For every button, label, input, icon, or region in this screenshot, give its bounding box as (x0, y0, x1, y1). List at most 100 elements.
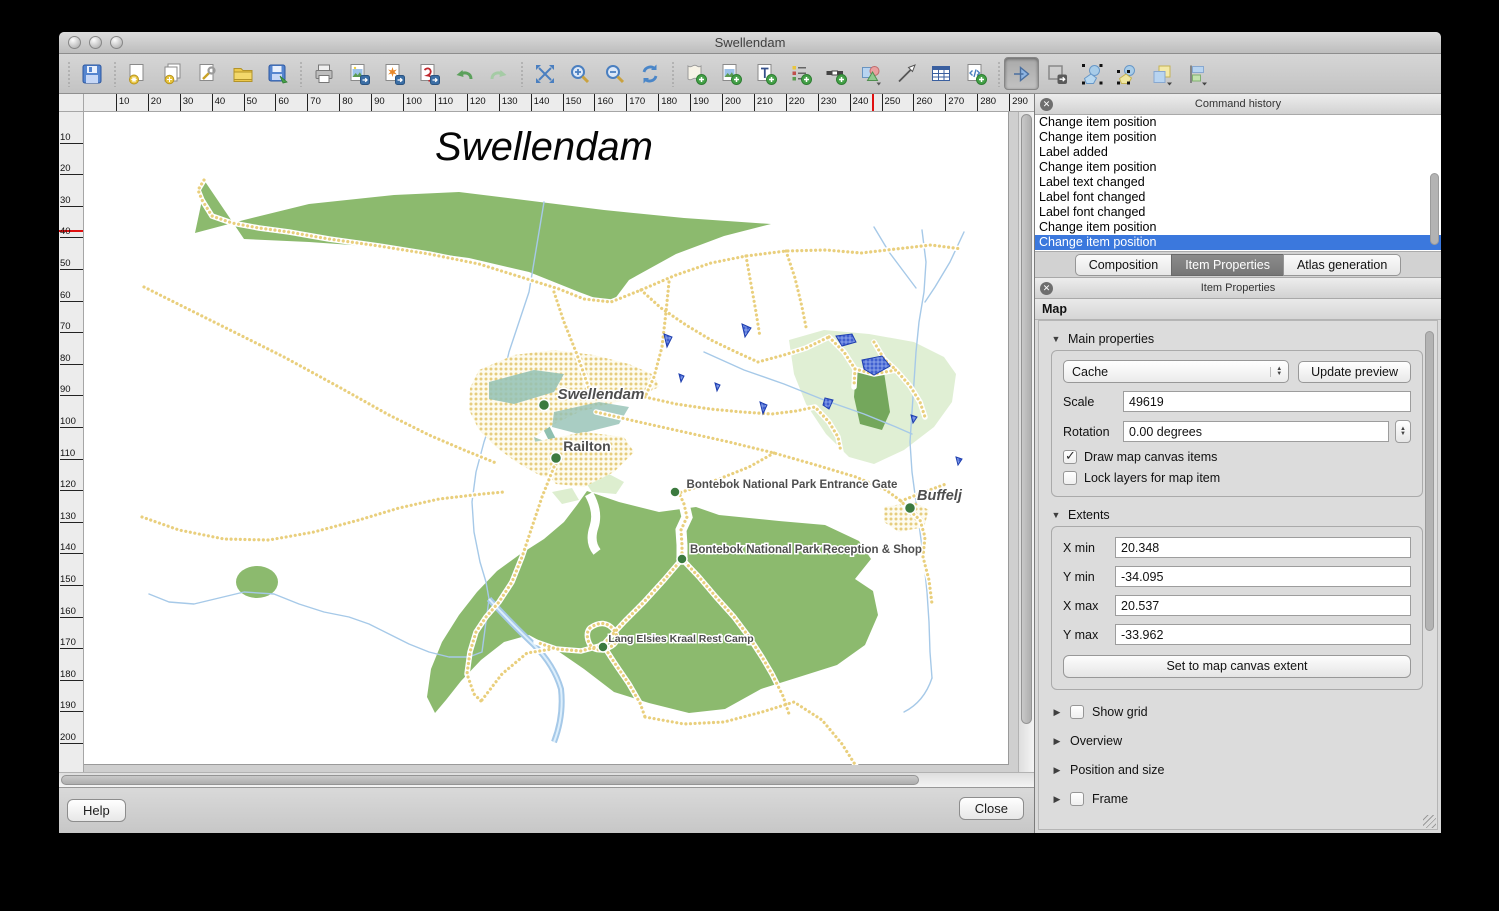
main-properties-header[interactable]: ▼ Main properties (1051, 332, 1437, 346)
tab-composition[interactable]: Composition (1075, 254, 1172, 276)
command-history-item[interactable]: Label text changed (1035, 175, 1441, 190)
section-show-grid[interactable]: ▶Show grid (1052, 705, 1437, 719)
command-history-item[interactable]: Change item position (1035, 115, 1441, 130)
save-template-icon (266, 62, 290, 86)
composer-window: Swellendam 10203040506070809010011012013… (59, 32, 1441, 833)
ruler-top-tick: 210 (754, 94, 773, 111)
collapsed-triangle-icon[interactable]: ▶ (1052, 707, 1062, 718)
ruler-left: 1020304050607080901001101201301401501601… (59, 112, 84, 772)
canvas-vertical-scrollbar-thumb[interactable] (1021, 114, 1032, 724)
composer-manager-button[interactable] (190, 57, 225, 90)
tab-item-properties[interactable]: Item Properties (1171, 254, 1284, 276)
extents-header[interactable]: ▼ Extents (1051, 508, 1437, 522)
section-frame[interactable]: ▶Frame (1052, 792, 1437, 806)
refresh-view-button[interactable] (632, 57, 667, 90)
align-items-button[interactable] (1179, 57, 1214, 90)
unchecked-checkbox[interactable] (1070, 792, 1084, 806)
ruler-left-tick: 90 (60, 385, 83, 396)
composition-title-label[interactable]: Swellendam (435, 125, 653, 169)
titlebar[interactable]: Swellendam (59, 32, 1441, 54)
collapsed-triangle-icon[interactable]: ▶ (1052, 765, 1062, 776)
extent-x-max-input[interactable]: 20.537 (1115, 595, 1411, 616)
redo-button[interactable] (481, 57, 516, 90)
add-map-button[interactable] (678, 57, 713, 90)
help-button[interactable]: Help (67, 799, 126, 822)
add-shape-button[interactable] (853, 57, 888, 90)
rotation-input[interactable]: 0.00 degrees (1123, 421, 1389, 442)
undo-button[interactable] (446, 57, 481, 90)
canvas-horizontal-scrollbar[interactable] (59, 772, 1034, 787)
zoom-in-button[interactable] (562, 57, 597, 90)
command-history-item[interactable]: Change item position (1035, 130, 1441, 145)
command-history-item[interactable]: Change item position (1035, 160, 1441, 175)
composition-canvas-area[interactable]: Swellendam Railton Bontebok National Par… (84, 112, 1018, 772)
extent-y-max-input[interactable]: -33.962 (1115, 624, 1411, 645)
checked-checkbox[interactable] (1063, 450, 1077, 464)
ungroup-items-button[interactable] (1109, 57, 1144, 90)
command-history-item[interactable]: Change item position (1035, 220, 1441, 235)
save-project-button[interactable] (74, 57, 109, 90)
canvas-horizontal-scrollbar-thumb[interactable] (61, 775, 919, 785)
extents-label: Extents (1068, 508, 1110, 522)
section-overview[interactable]: ▶Overview (1052, 734, 1437, 748)
command-history-item[interactable]: Change item position (1035, 235, 1441, 250)
canvas-vertical-scrollbar[interactable] (1018, 112, 1034, 772)
save-project-icon (80, 62, 104, 86)
preview-mode-combobox[interactable]: Cache ▲▼ (1063, 360, 1289, 383)
resize-grip[interactable] (1423, 815, 1436, 828)
export-image-button[interactable] (341, 57, 376, 90)
add-image-icon (719, 62, 743, 86)
save-template-button[interactable] (260, 57, 295, 90)
close-window-icon[interactable] (68, 36, 81, 49)
command-history-scrollbar-thumb[interactable] (1430, 173, 1439, 245)
move-item-content-button[interactable] (1039, 57, 1074, 90)
map-item[interactable]: Swellendam Railton Bontebok National Par… (84, 112, 1009, 765)
add-legend-button[interactable] (783, 57, 818, 90)
command-history-item[interactable]: Label font changed (1035, 190, 1441, 205)
new-composition-button[interactable] (120, 57, 155, 90)
extent-x-min-input[interactable]: 20.348 (1115, 537, 1411, 558)
rotation-spinner[interactable]: ▲▼ (1395, 420, 1411, 443)
load-template-button[interactable] (225, 57, 260, 90)
zoom-window-icon[interactable] (110, 36, 123, 49)
ruler-top-tick: 230 (818, 94, 837, 111)
export-svg-button[interactable] (376, 57, 411, 90)
zoom-full-button[interactable] (527, 57, 562, 90)
add-attribute-table-button[interactable] (923, 57, 958, 90)
add-arrow-button[interactable] (888, 57, 923, 90)
composition-page[interactable]: Swellendam Railton Bontebok National Par… (84, 112, 1009, 765)
group-items-button[interactable] (1074, 57, 1109, 90)
update-preview-button[interactable]: Update preview (1298, 361, 1411, 383)
set-to-map-canvas-extent-button[interactable]: Set to map canvas extent (1063, 655, 1411, 678)
main-properties-group: Cache ▲▼ Update preview Scale 49619 Rota… (1051, 350, 1423, 497)
command-history-list[interactable]: Change item positionChange item position… (1035, 115, 1441, 252)
add-html-button[interactable] (958, 57, 993, 90)
extent-field-row: X min20.348 (1063, 537, 1411, 558)
raise-items-button[interactable] (1144, 57, 1179, 90)
unchecked-checkbox[interactable] (1063, 471, 1077, 485)
command-history-item[interactable]: Label font changed (1035, 205, 1441, 220)
command-history-item[interactable]: Label added (1035, 145, 1441, 160)
item-properties-close-icon[interactable]: ✕ (1040, 282, 1053, 295)
scale-input[interactable]: 49619 (1123, 391, 1411, 412)
duplicate-composition-button[interactable] (155, 57, 190, 90)
extent-y-min-input[interactable]: -34.095 (1115, 566, 1411, 587)
collapsed-triangle-icon[interactable]: ▶ (1052, 794, 1062, 805)
select-move-item-button[interactable] (1004, 57, 1039, 90)
close-button[interactable]: Close (959, 797, 1024, 820)
section-position-and-size[interactable]: ▶Position and size (1052, 763, 1437, 777)
tab-atlas-generation[interactable]: Atlas generation (1283, 254, 1401, 276)
command-history-close-icon[interactable]: ✕ (1040, 98, 1053, 111)
minimize-window-icon[interactable] (89, 36, 102, 49)
print-button[interactable] (306, 57, 341, 90)
collapsed-triangle-icon[interactable]: ▶ (1052, 736, 1062, 747)
export-pdf-button[interactable] (411, 57, 446, 90)
add-image-button[interactable] (713, 57, 748, 90)
toolbar-separator (518, 61, 525, 87)
add-scalebar-button[interactable] (818, 57, 853, 90)
combo-stepper-icon: ▲▼ (1270, 367, 1284, 377)
add-label-button[interactable] (748, 57, 783, 90)
zoom-out-button[interactable] (597, 57, 632, 90)
item-properties-scrollbar-thumb[interactable] (1425, 331, 1434, 631)
unchecked-checkbox[interactable] (1070, 705, 1084, 719)
